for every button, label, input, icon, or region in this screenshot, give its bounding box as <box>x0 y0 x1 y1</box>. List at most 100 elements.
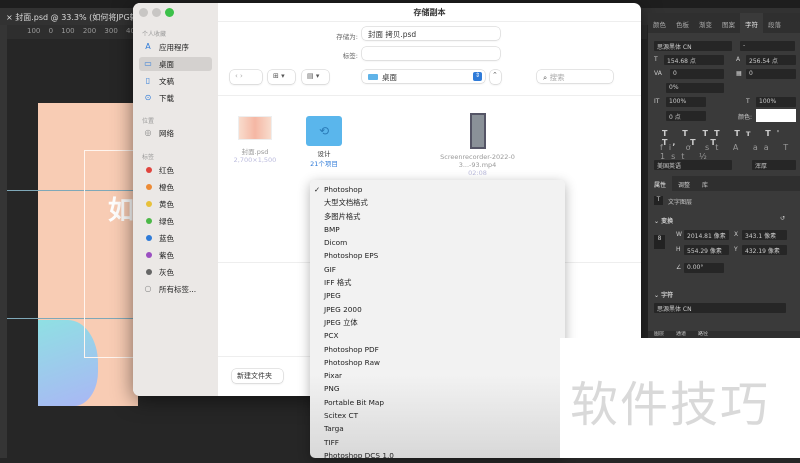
sidebar-item-tag[interactable]: 橙色 <box>139 180 212 194</box>
tracking-input[interactable]: 0 <box>746 69 796 79</box>
panel-tab[interactable]: 颜色 <box>648 13 671 33</box>
vertical-scale-input[interactable]: 100% <box>666 97 706 107</box>
kerning-icon: VA <box>654 70 662 77</box>
properties-tab[interactable]: 调整 <box>672 176 696 193</box>
location-label: 桌面 <box>382 73 397 82</box>
file-item[interactable]: 封面.psd 2,700×1,500 <box>225 116 285 164</box>
sidebar-item-tag[interactable]: 灰色 <box>139 265 212 279</box>
properties-tab[interactable]: 属性 <box>648 176 673 193</box>
reset-icon[interactable]: ↺ <box>780 215 785 222</box>
width-input[interactable]: 2014.81 像素 <box>684 230 729 240</box>
format-option[interactable]: Photoshop DCS 1.0 <box>310 450 565 463</box>
horizontal-scale-input[interactable]: 100% <box>756 97 796 107</box>
new-folder-button[interactable]: 新建文件夹 <box>232 369 283 383</box>
layers-tab[interactable]: 通道 <box>670 331 692 338</box>
watermark-text: 软件技巧 <box>570 377 771 433</box>
format-option[interactable]: Dicom <box>310 237 565 250</box>
character-section[interactable]: ⌄ 字符 <box>654 290 673 299</box>
panel-tab[interactable]: 段落 <box>763 13 786 33</box>
divider <box>218 21 641 22</box>
color-swatch[interactable] <box>756 109 796 122</box>
sidebar-item-label: 所有标签... <box>159 285 197 294</box>
format-option[interactable]: GIF <box>310 264 565 277</box>
language-select[interactable]: 美国英语 <box>654 160 732 170</box>
sidebar-item-all-tags[interactable]: ○ 所有标签... <box>139 282 212 296</box>
format-option[interactable]: PNG <box>310 383 565 396</box>
format-option[interactable]: IFF 格式 <box>310 277 565 290</box>
panel-tab[interactable]: 渐变 <box>694 13 717 33</box>
font-style-select[interactable]: - <box>740 41 795 51</box>
kerning-input[interactable]: 0 <box>670 69 724 79</box>
height-input[interactable]: 554.29 像素 <box>684 245 729 255</box>
sidebar-item-downloads[interactable]: ⊙ 下载 <box>139 91 212 105</box>
format-option[interactable]: TIFF <box>310 437 565 450</box>
icon-view-button[interactable]: ⊞ ▾ <box>268 70 295 84</box>
character-panel: 颜色 色板 渐变 图案 字符 段落 思源黑体 CN - T 154.68 点 A 256.… <box>648 13 800 338</box>
zoom-button[interactable] <box>165 8 174 17</box>
minimize-button[interactable] <box>152 8 161 17</box>
opentype-buttons[interactable]: fi ơ st A aa T 1st ½ <box>660 143 800 161</box>
sidebar-item-label: 黄色 <box>159 200 174 209</box>
format-option[interactable]: Photoshop Raw <box>310 357 565 370</box>
format-option[interactable]: JPEG 2000 <box>310 304 565 317</box>
vertical-scale-icon: IT <box>654 98 660 105</box>
sidebar-item-documents[interactable]: ▯ 文稿 <box>139 74 212 88</box>
sidebar-item-desktop[interactable]: ▭ 桌面 <box>139 57 212 71</box>
angle-icon: ∠ <box>676 264 682 271</box>
properties-tab[interactable]: 库 <box>696 176 714 193</box>
format-option[interactable]: 多图片格式 <box>310 211 565 224</box>
leading-input[interactable]: 256.54 点 <box>746 55 796 65</box>
sidebar-item-tag[interactable]: 绿色 <box>139 214 212 228</box>
sidebar-item-tag[interactable]: 紫色 <box>139 248 212 262</box>
tags-input[interactable] <box>362 47 500 60</box>
format-option[interactable]: ✓ Photoshop <box>310 184 565 197</box>
format-option[interactable]: Scitex CT <box>310 410 565 423</box>
baseline-shift-input[interactable]: 0 点 <box>666 111 706 121</box>
x-input[interactable]: 343.1 像素 <box>742 230 787 240</box>
transform-section[interactable]: ⌄ 变换 <box>654 216 673 225</box>
panel-tab[interactable]: 字符 <box>740 13 763 33</box>
format-option[interactable]: JPEG 立体 <box>310 317 565 330</box>
sidebar-item-network[interactable]: ◎ 网络 <box>139 126 212 140</box>
tsume-input[interactable]: 0% <box>666 83 724 93</box>
search-input[interactable]: ⌕ 搜索 <box>537 70 613 83</box>
link-icon[interactable]: 8 <box>654 235 665 249</box>
format-option[interactable]: Portable Bit Map <box>310 397 565 410</box>
sidebar-item-label: 橙色 <box>159 183 174 192</box>
location-popup[interactable]: 桌面 ⇕ <box>362 70 485 83</box>
angle-input[interactable]: 0.00° <box>684 263 724 273</box>
download-icon: ⊙ <box>144 93 152 102</box>
format-option[interactable]: 大型文档格式 <box>310 197 565 210</box>
format-option[interactable]: BMP <box>310 224 565 237</box>
layers-tab[interactable]: 图层 <box>648 331 670 338</box>
panel-tab[interactable]: 色板 <box>671 13 694 33</box>
format-option[interactable]: JPEG <box>310 290 565 303</box>
character-font-select[interactable]: 思源黑体 CN <box>654 303 786 313</box>
folder-item[interactable]: ⟲ 设计 21个项目 <box>294 116 354 168</box>
desktop-icon: ▭ <box>144 59 152 68</box>
format-option[interactable]: Photoshop EPS <box>310 250 565 263</box>
format-option[interactable]: Targa <box>310 423 565 436</box>
sidebar-item-applications[interactable]: A 应用程序 <box>139 40 212 54</box>
format-option[interactable]: PCX <box>310 330 565 343</box>
file-item[interactable]: Screenrecorder-2022-03...-93.mp4 02:08 <box>440 113 515 177</box>
expand-button[interactable]: ⌃ <box>490 70 501 84</box>
format-option[interactable]: Pixar <box>310 370 565 383</box>
font-size-input[interactable]: 154.68 点 <box>664 55 724 65</box>
back-forward-buttons[interactable]: ‹ › <box>230 70 262 84</box>
antialias-select[interactable]: 浑厚 <box>752 160 796 170</box>
sidebar-item-label: 桌面 <box>159 60 174 69</box>
sidebar-item-tag[interactable]: 黄色 <box>139 197 212 211</box>
y-input[interactable]: 432.19 像素 <box>742 245 787 255</box>
tracking-icon: ▦ <box>736 70 742 77</box>
sidebar-item-tag[interactable]: 红色 <box>139 163 212 177</box>
sidebar-item-tag[interactable]: 蓝色 <box>139 231 212 245</box>
layers-tab[interactable]: 路径 <box>692 331 714 338</box>
format-option-label: IFF 格式 <box>324 278 352 288</box>
format-option[interactable]: Photoshop PDF <box>310 344 565 357</box>
font-family-select[interactable]: 思源黑体 CN <box>654 41 732 51</box>
save-as-input[interactable]: 封面 拷贝.psd <box>362 27 500 40</box>
panel-tab[interactable]: 图案 <box>717 13 740 33</box>
group-view-button[interactable]: ▤ ▾ <box>302 70 329 84</box>
close-button[interactable] <box>139 8 148 17</box>
